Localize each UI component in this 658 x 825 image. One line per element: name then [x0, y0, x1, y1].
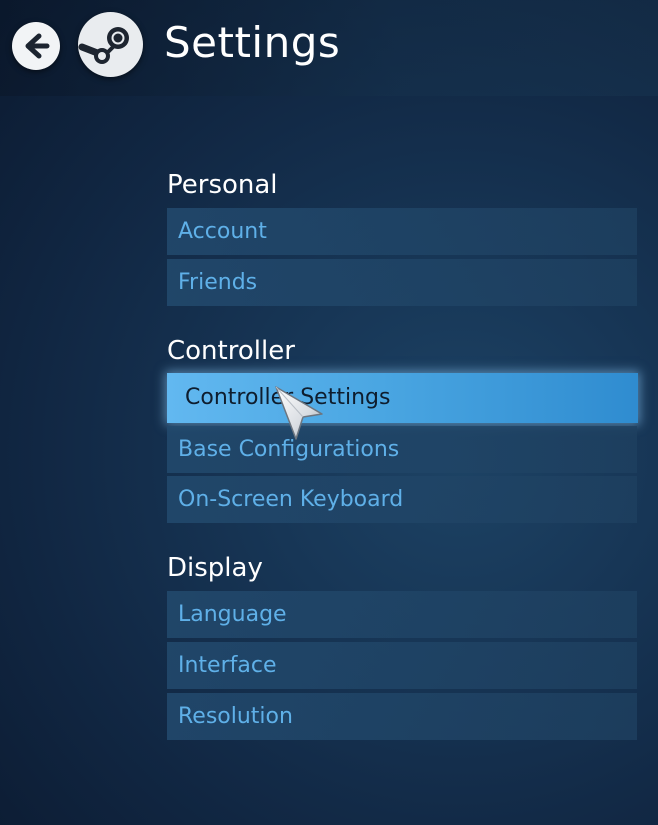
pointer-cursor-icon	[275, 386, 323, 440]
section-heading-display: Display	[167, 553, 263, 583]
back-button[interactable]	[12, 22, 60, 70]
menu-item-friends[interactable]: Friends	[167, 259, 637, 306]
page-title: Settings	[164, 18, 341, 67]
menu-item-account[interactable]: Account	[167, 208, 637, 255]
menu-item-base-configurations[interactable]: Base Configurations	[167, 426, 637, 473]
section-heading-controller: Controller	[167, 336, 295, 366]
menu-item-controller-settings[interactable]: Controller Settings	[167, 373, 638, 423]
arrow-left-icon	[25, 33, 50, 59]
section-heading-personal: Personal	[167, 170, 278, 200]
menu-item-resolution[interactable]: Resolution	[167, 693, 637, 740]
steam-logo-icon	[78, 12, 143, 77]
menu-item-on-screen-keyboard[interactable]: On-Screen Keyboard	[167, 476, 637, 523]
menu-item-interface[interactable]: Interface	[167, 642, 637, 689]
menu-item-language[interactable]: Language	[167, 591, 637, 638]
